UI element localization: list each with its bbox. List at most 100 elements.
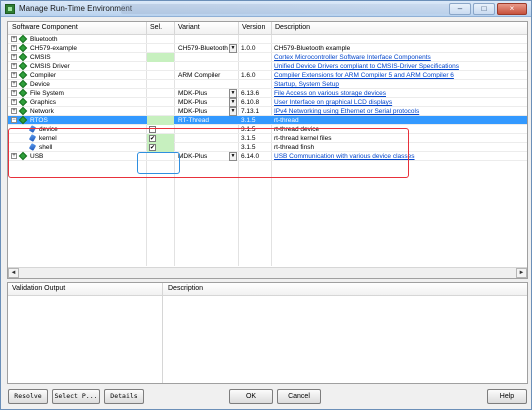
header-separator[interactable]: [238, 22, 239, 35]
table-row[interactable]: shell ✔ 3.1.5 rt-thread finsh: [8, 143, 527, 152]
select-packs-button[interactable]: Select P...: [52, 389, 100, 404]
cancel-button[interactable]: Cancel: [277, 389, 321, 404]
table-row[interactable]: + File System MDK-Plus ▼ 6.13.6 File Access o…: [8, 88, 527, 98]
component-name: RTOS: [30, 117, 48, 124]
component-group-icon: [18, 79, 28, 89]
collapse-icon[interactable]: −: [11, 117, 17, 123]
table-row[interactable]: + Network MDK-Plus ▼ 7.13.1 IPv4 Networking u…: [8, 106, 527, 116]
grid-header: Software Component Sel. Variant Version Desc…: [8, 22, 527, 35]
description-link[interactable]: IPv4 Networking using Ethernet or Serial…: [274, 108, 419, 115]
component-group-icon: [18, 70, 28, 80]
description-link[interactable]: User Interface on graphical LCD displays: [274, 99, 392, 106]
variant-value: ARM Compiler: [178, 72, 221, 79]
description-link[interactable]: Cortex Microcontroller Software Interfac…: [274, 54, 431, 61]
expand-icon[interactable]: +: [11, 90, 17, 96]
header-separator[interactable]: [271, 22, 272, 35]
variant-value[interactable]: MDK-Plus: [178, 108, 207, 115]
table-row[interactable]: + Device Startup, System Setup: [8, 79, 527, 89]
chevron-down-icon[interactable]: ▼: [229, 152, 237, 161]
description-link[interactable]: Startup, System Setup: [274, 81, 339, 88]
version-value: 7.13.1: [241, 108, 260, 115]
component-name: Compiler: [30, 72, 57, 79]
component-group-icon: [18, 52, 28, 62]
expand-icon[interactable]: +: [11, 36, 17, 42]
close-button[interactable]: ×: [497, 3, 527, 15]
scroll-right-icon[interactable]: ►: [516, 268, 527, 278]
expand-icon[interactable]: +: [11, 99, 17, 105]
component-group-icon: [18, 106, 28, 116]
app-icon: [5, 4, 15, 14]
chevron-down-icon[interactable]: ▼: [229, 107, 237, 116]
component-group-icon: [18, 115, 28, 125]
window-controls: – □ ×: [449, 3, 527, 15]
component-name: Network: [30, 108, 54, 115]
version-value: 1.6.0: [241, 72, 256, 79]
manage-rte-window: Manage Run-Time Environment – □ × Softwa…: [0, 0, 532, 410]
version-value: 3.1.5: [241, 126, 256, 133]
selection-indicator: [147, 116, 174, 125]
component-gem-icon: [28, 125, 37, 133]
description-text: rt-thread device: [274, 126, 320, 133]
description-link[interactable]: Unified Device Drivers compliant to CMSI…: [274, 63, 459, 70]
table-row[interactable]: + USB MDK-Plus ▼ 6.14.0 USB Communication wit…: [8, 151, 527, 161]
component-name: shell: [39, 144, 53, 151]
minimize-button[interactable]: –: [449, 3, 471, 15]
validation-panel: Validation Output Description: [7, 282, 528, 384]
table-row[interactable]: + Graphics MDK-Plus ▼ 6.10.8 User Interface o…: [8, 97, 527, 107]
component-header[interactable]: Software Component: [12, 24, 78, 31]
header-separator[interactable]: [146, 22, 147, 35]
expand-icon[interactable]: +: [11, 153, 17, 159]
description-link[interactable]: Compiler Extensions for ARM Compiler 5 a…: [274, 72, 454, 79]
description-link[interactable]: File Access on various storage devices: [274, 90, 386, 97]
variant-value[interactable]: MDK-Plus: [178, 153, 207, 160]
expand-icon[interactable]: +: [11, 81, 17, 87]
table-row[interactable]: + CMSIS Driver Unified Device Drivers comp…: [8, 61, 527, 71]
expand-icon[interactable]: +: [11, 72, 17, 78]
expand-icon[interactable]: +: [11, 45, 17, 51]
version-value: 6.10.8: [241, 99, 260, 106]
ok-button[interactable]: OK: [229, 389, 273, 404]
sel-header[interactable]: Sel.: [150, 24, 162, 31]
chevron-down-icon[interactable]: ▼: [229, 98, 237, 107]
table-row[interactable]: kernel ✔ 3.1.5 rt-thread kernel files: [8, 134, 527, 143]
version-header[interactable]: Version: [242, 24, 265, 31]
version-value: 6.14.0: [241, 153, 260, 160]
select-checkbox[interactable]: ✔: [149, 144, 156, 151]
maximize-button[interactable]: □: [473, 3, 495, 15]
help-button[interactable]: Help: [487, 389, 527, 404]
component-group-icon: [18, 88, 28, 98]
select-checkbox[interactable]: [149, 126, 156, 133]
description-text: rt-thread: [274, 117, 299, 124]
variant-header[interactable]: Variant: [178, 24, 200, 31]
table-row[interactable]: + Compiler ARM Compiler 1.6.0 Compiler Exten…: [8, 70, 527, 80]
scroll-left-icon[interactable]: ◄: [8, 268, 19, 278]
variant-value[interactable]: CH579-Bluetooth: [178, 45, 228, 52]
expand-icon[interactable]: +: [11, 63, 17, 69]
variant-value[interactable]: MDK-Plus: [178, 90, 207, 97]
table-row[interactable]: + CH579-example CH579-Bluetooth ▼ 1.0.0 CH579…: [8, 43, 527, 53]
horizontal-scrollbar[interactable]: ◄ ►: [8, 267, 527, 278]
expand-icon[interactable]: +: [11, 54, 17, 60]
version-value: 6.13.6: [241, 90, 260, 97]
resolve-button[interactable]: Resolve: [8, 389, 48, 404]
table-row[interactable]: − RTOS RT-Thread 3.1.5 rt-thread: [8, 115, 527, 125]
header-separator[interactable]: [174, 22, 175, 35]
blurred-taskbar-region: [121, 4, 461, 14]
description-link[interactable]: USB Communication with various device cl…: [274, 153, 415, 160]
component-name: Graphics: [30, 99, 57, 106]
chevron-down-icon[interactable]: ▼: [229, 44, 237, 53]
component-gem-icon: [28, 143, 37, 151]
component-name: CMSIS: [30, 54, 51, 61]
description-header[interactable]: Description: [275, 24, 310, 31]
table-row[interactable]: + CMSIS Cortex Microcontroller Software In…: [8, 52, 527, 62]
description-text: CH579-Bluetooth example: [274, 45, 351, 52]
component-name: Device: [30, 81, 50, 88]
details-button[interactable]: Details: [104, 389, 144, 404]
component-name: File System: [30, 90, 64, 97]
variant-value[interactable]: MDK-Plus: [178, 99, 207, 106]
select-checkbox[interactable]: ✔: [149, 135, 156, 142]
expand-icon[interactable]: +: [11, 108, 17, 114]
table-row[interactable]: + Bluetooth: [8, 34, 527, 44]
table-row[interactable]: device 3.1.5 rt-thread device: [8, 125, 527, 134]
chevron-down-icon[interactable]: ▼: [229, 89, 237, 98]
